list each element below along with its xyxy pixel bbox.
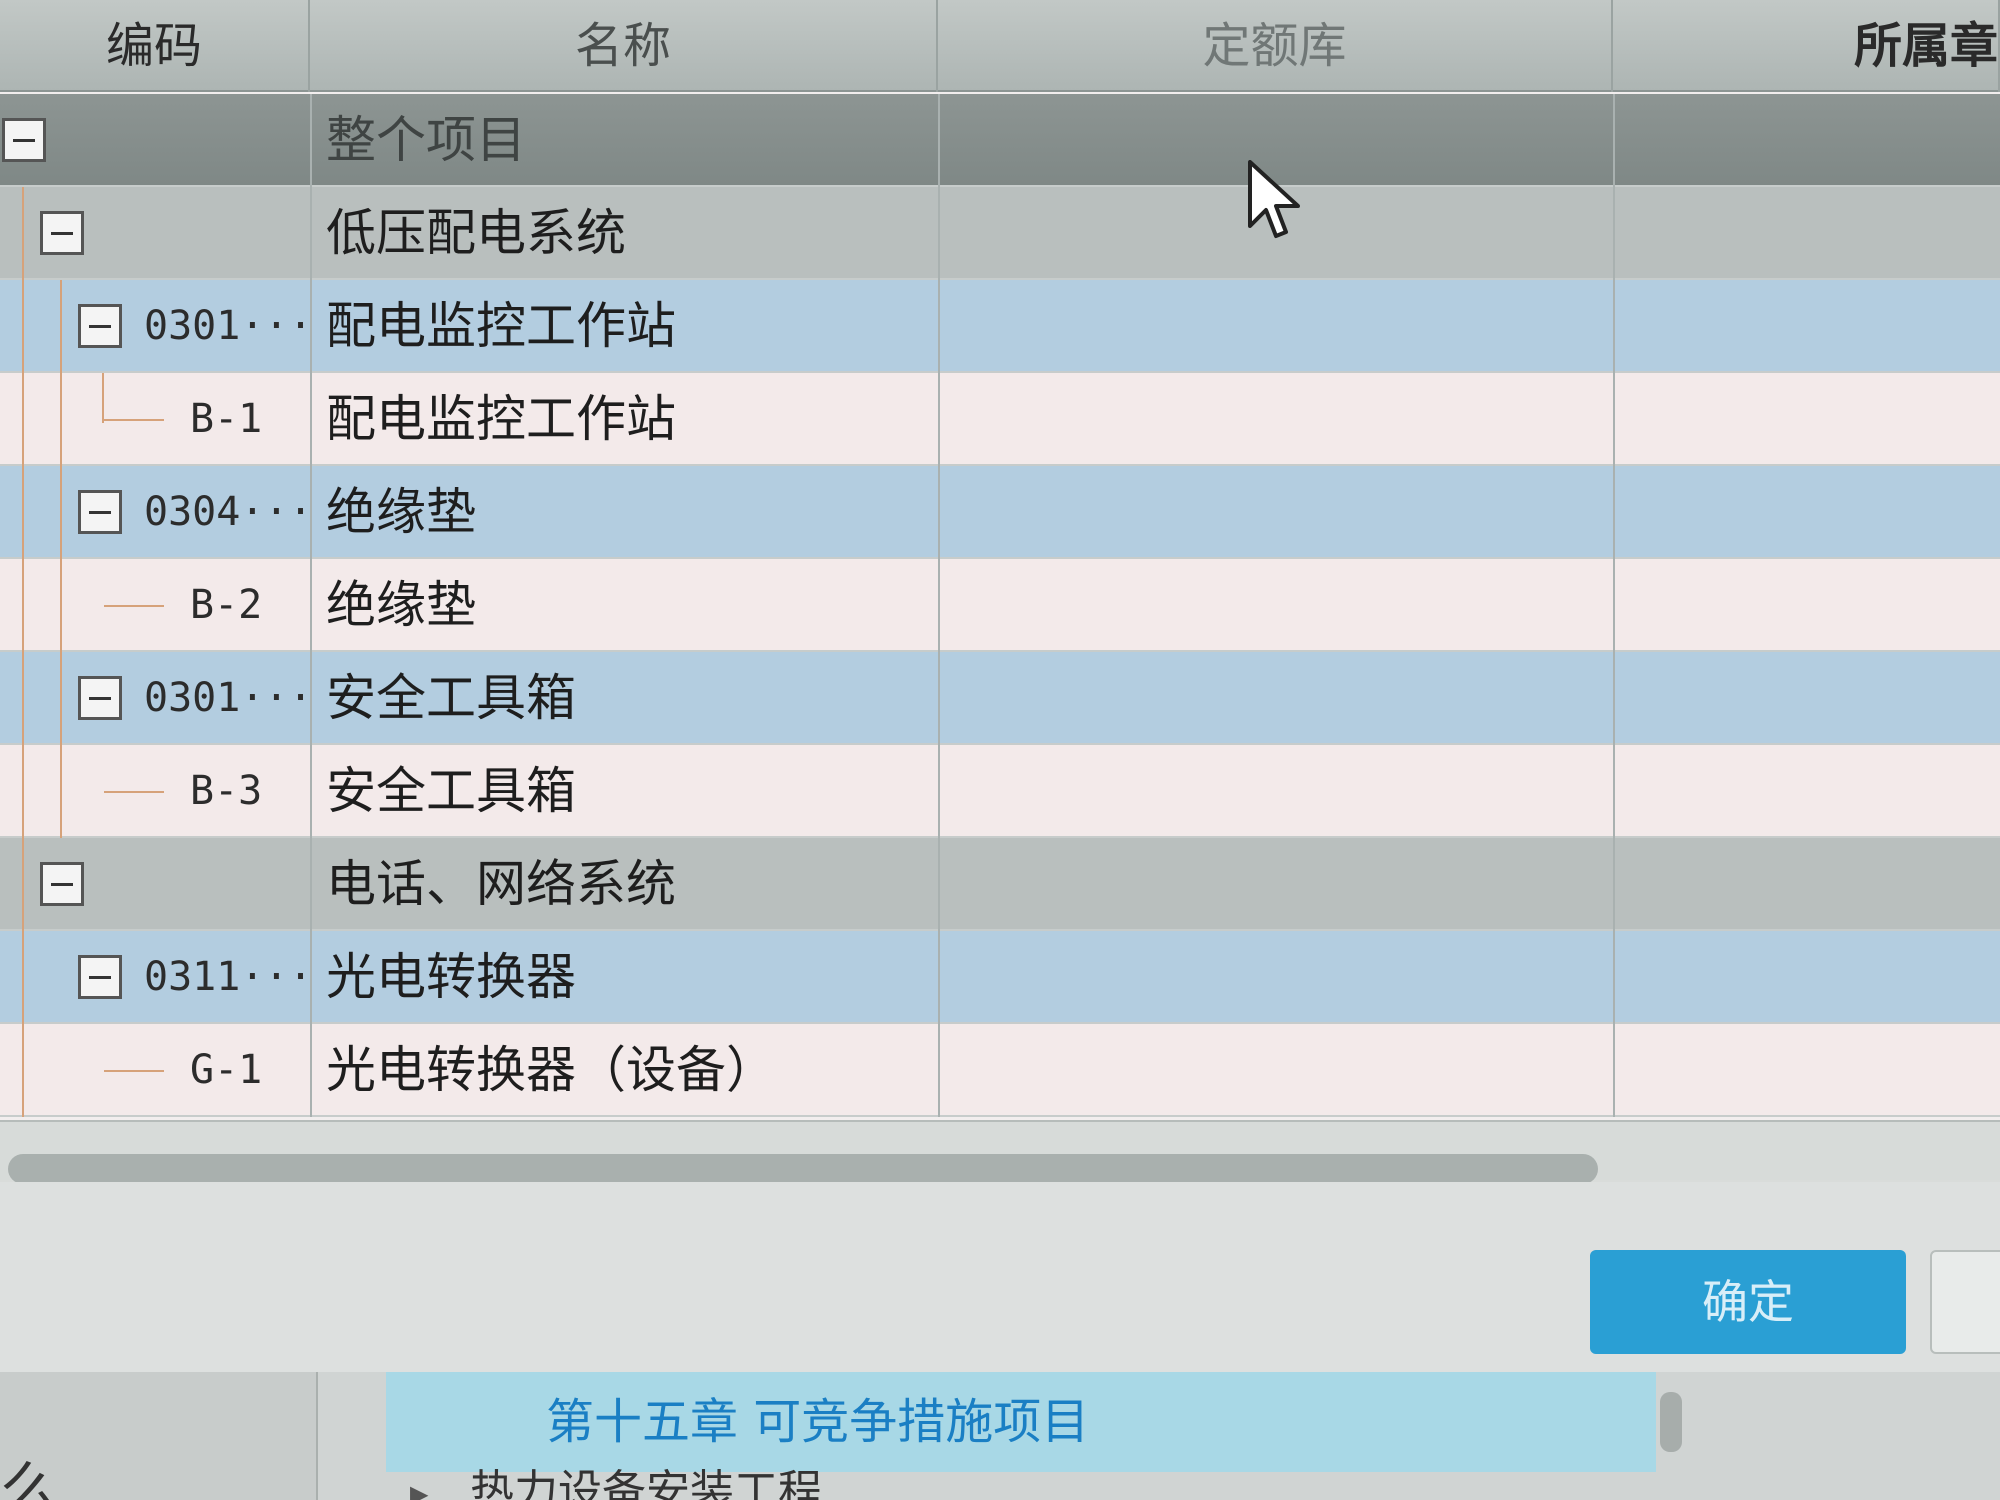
column-header-quota-library[interactable]: 定额库	[938, 0, 1613, 92]
dialog-footer: 确定	[0, 1182, 2000, 1372]
cell-chapter	[1613, 652, 2000, 745]
quota-row[interactable]: B-3 安全工具箱	[0, 745, 2000, 838]
quota-row[interactable]: B-1 配电监控工作站	[0, 373, 2000, 466]
grid-header: 编码 名称 定额库 所属章	[0, 0, 2000, 92]
system-row[interactable]: 电话、网络系统	[0, 838, 2000, 931]
cell-quota-library	[938, 1024, 1613, 1117]
quota-row[interactable]: B-2 绝缘垫	[0, 559, 2000, 652]
cell-quota-library	[938, 373, 1613, 466]
background-window: 么 第十五章 可竞争措施项目 ▶ 热力设备安装工程	[0, 1372, 2000, 1500]
code-text: G-1	[190, 1047, 263, 1093]
cell-code	[0, 187, 310, 280]
cell-code: B-2	[0, 559, 310, 652]
cell-chapter	[1613, 466, 2000, 559]
cell-code: B-3	[0, 745, 310, 838]
cell-quota-library	[938, 466, 1613, 559]
horizontal-scrollbar[interactable]	[0, 1120, 2000, 1184]
collapse-toggle-icon[interactable]	[40, 862, 84, 906]
mouse-cursor-icon	[1248, 160, 1300, 238]
cell-name: 光电转换器	[310, 931, 938, 1024]
code-text: 0304···	[144, 489, 313, 535]
collapse-toggle-icon[interactable]	[78, 676, 122, 720]
cell-quota-library	[938, 280, 1613, 373]
item-row[interactable]: 0301··· 配电监控工作站	[0, 280, 2000, 373]
cell-name: 安全工具箱	[310, 652, 938, 745]
cell-quota-library	[938, 652, 1613, 745]
tree-connector	[104, 419, 164, 421]
tree-connector	[104, 1070, 164, 1072]
tree-guide-line	[60, 280, 62, 838]
collapse-toggle-icon[interactable]	[40, 211, 84, 255]
cell-name: 配电监控工作站	[310, 280, 938, 373]
quota-row[interactable]: G-1 光电转换器（设备）	[0, 1024, 2000, 1117]
column-header-name[interactable]: 名称	[310, 0, 938, 92]
cell-name: 安全工具箱	[310, 745, 938, 838]
cell-quota-library	[938, 931, 1613, 1024]
cell-name: 整个项目	[310, 94, 938, 187]
cell-code: B-1	[0, 373, 310, 466]
cell-code: G-1	[0, 1024, 310, 1117]
item-row[interactable]: 0304··· 绝缘垫	[0, 466, 2000, 559]
collapse-toggle-icon[interactable]	[78, 490, 122, 534]
collapse-toggle-icon[interactable]	[2, 118, 46, 162]
cell-name: 低压配电系统	[310, 187, 938, 280]
cell-code: 0301···	[0, 280, 313, 373]
collapse-toggle-icon[interactable]	[78, 304, 122, 348]
cell-name: 光电转换器（设备）	[310, 1024, 938, 1117]
column-header-chapter[interactable]: 所属章	[1613, 0, 2000, 92]
background-left-pane: 么	[0, 1372, 318, 1500]
cell-code	[0, 94, 310, 187]
tree-guide-line	[102, 373, 104, 423]
background-scrollbar-thumb[interactable]	[1660, 1392, 1682, 1452]
cell-chapter	[1613, 559, 2000, 652]
cell-chapter	[1613, 373, 2000, 466]
cell-name: 绝缘垫	[310, 559, 938, 652]
column-header-code[interactable]: 编码	[0, 0, 310, 92]
code-text: 0311···	[144, 954, 313, 1000]
cell-code: 0304···	[0, 466, 313, 559]
cell-chapter	[1613, 745, 2000, 838]
cell-code	[0, 838, 310, 931]
cell-chapter	[1613, 838, 2000, 931]
system-row[interactable]: 低压配电系统	[0, 187, 2000, 280]
cell-chapter	[1613, 94, 2000, 187]
cell-name: 电话、网络系统	[310, 838, 938, 931]
code-text: 0301···	[144, 303, 313, 349]
chapter-list-item[interactable]: 热力设备安装工程	[410, 1470, 822, 1500]
scrollbar-thumb[interactable]	[8, 1154, 1598, 1184]
collapse-toggle-icon[interactable]	[78, 955, 122, 999]
cell-chapter	[1613, 931, 2000, 1024]
cell-code: 0311···	[0, 931, 313, 1024]
background-left-text: 么	[0, 1456, 60, 1500]
cancel-button[interactable]	[1930, 1250, 2000, 1354]
ok-button[interactable]: 确定	[1590, 1250, 1906, 1354]
item-row[interactable]: 0301··· 安全工具箱	[0, 652, 2000, 745]
cell-quota-library	[938, 559, 1613, 652]
code-text: B-1	[190, 396, 263, 442]
cell-quota-library	[938, 745, 1613, 838]
cell-chapter	[1613, 187, 2000, 280]
cell-chapter	[1613, 280, 2000, 373]
cell-quota-library	[938, 838, 1613, 931]
project-row[interactable]: 整个项目	[0, 94, 2000, 187]
cell-name: 绝缘垫	[310, 466, 938, 559]
cell-code: 0301···	[0, 652, 313, 745]
cell-chapter	[1613, 1024, 2000, 1117]
code-text: B-2	[190, 582, 263, 628]
quota-selection-grid: 编码 名称 定额库 所属章 整个项目 低压配电系统 0301··· 配电监控工作站 B-…	[0, 0, 2000, 1120]
item-row[interactable]: 0311··· 光电转换器	[0, 931, 2000, 1024]
code-text: 0301···	[144, 675, 313, 721]
tree-connector	[104, 791, 164, 793]
tree-guide-line	[22, 187, 24, 1117]
code-text: B-3	[190, 768, 263, 814]
tree-connector	[104, 605, 164, 607]
cell-name: 配电监控工作站	[310, 373, 938, 466]
chapter-list-item-selected[interactable]: 第十五章 可竞争措施项目	[386, 1372, 1656, 1472]
